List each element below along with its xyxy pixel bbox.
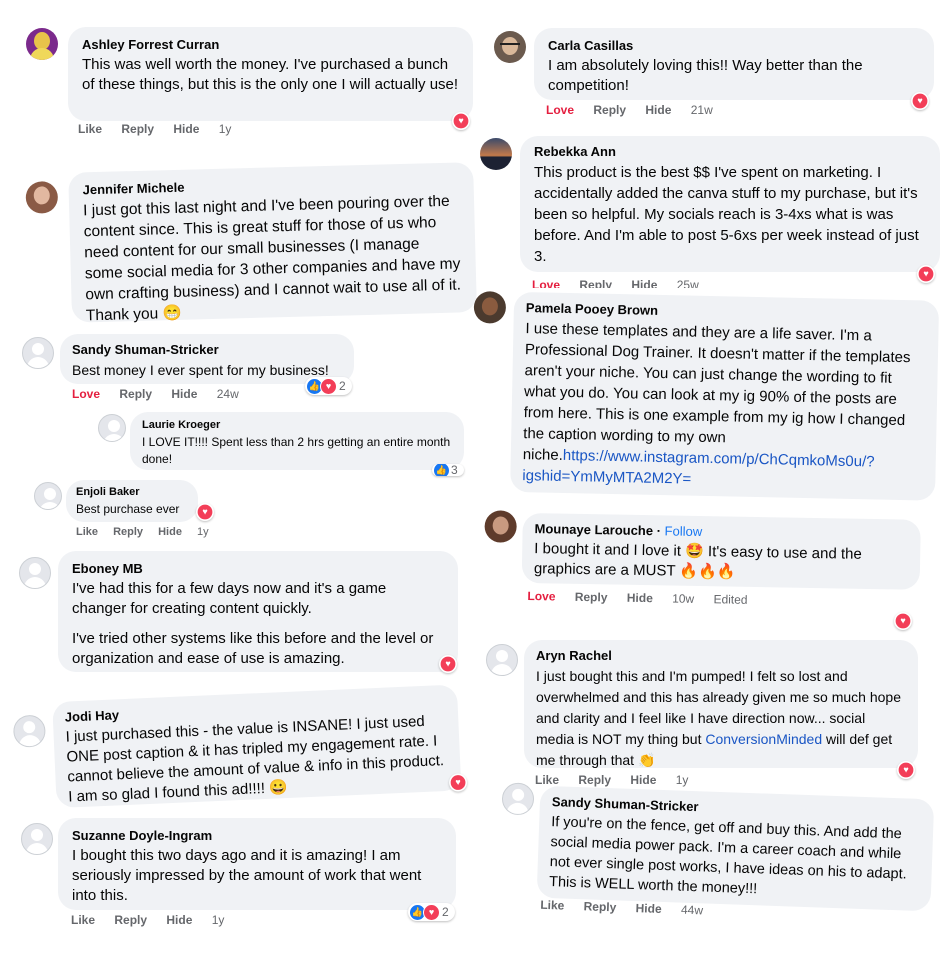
like-button[interactable]: Like bbox=[540, 898, 564, 913]
comment-text: If you're on the fence, get off and buy … bbox=[548, 814, 907, 898]
comment-card: Sandy Shuman-Stricker If you're on the f… bbox=[0, 0, 950, 958]
avatar[interactable] bbox=[501, 782, 535, 816]
comment-bubble: Sandy Shuman-Stricker If you're on the f… bbox=[536, 785, 935, 912]
timestamp[interactable]: 44w bbox=[681, 903, 703, 918]
reply-button[interactable]: Reply bbox=[583, 899, 616, 914]
hide-button[interactable]: Hide bbox=[635, 901, 661, 916]
